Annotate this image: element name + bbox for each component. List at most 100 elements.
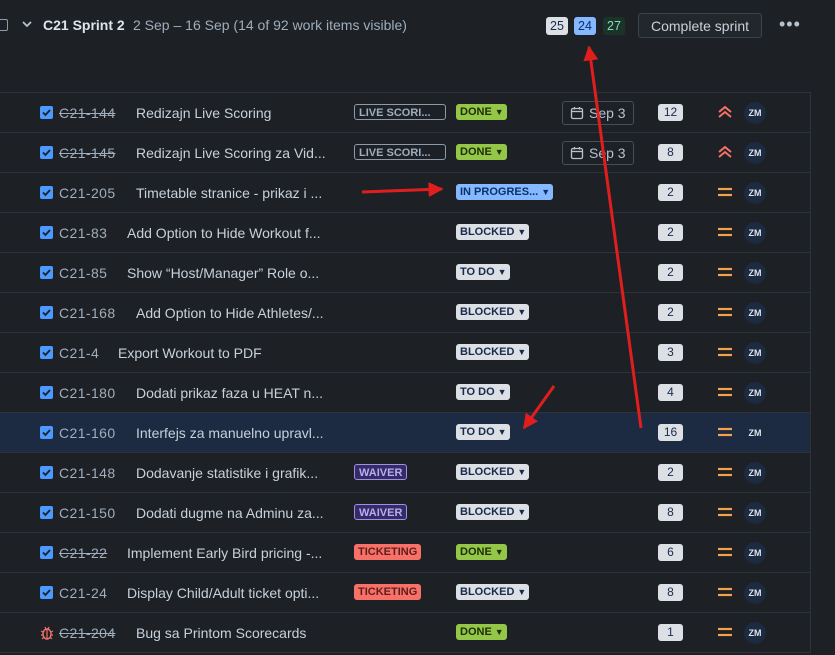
issue-title[interactable]: Dodavanje statistike i grafik... xyxy=(136,465,318,481)
due-date-field[interactable]: Sep 3 xyxy=(562,141,634,165)
checkbox-checked-icon[interactable] xyxy=(40,346,53,359)
avatar[interactable]: ZM xyxy=(744,182,766,204)
table-row[interactable]: C21-144 Redizajn Live Scoring LIVE SCORI..… xyxy=(0,93,810,133)
issue-title[interactable]: Interfejs za manuelno upravl... xyxy=(136,425,324,441)
epic-label-badge[interactable]: WAIVER xyxy=(354,504,408,520)
checkbox-checked-icon[interactable] xyxy=(40,466,53,479)
story-points-badge[interactable]: 12 xyxy=(658,104,683,121)
sprint-select-checkbox[interactable] xyxy=(0,19,8,31)
complete-sprint-button[interactable]: Complete sprint xyxy=(638,13,763,38)
story-points-badge[interactable]: 1 xyxy=(658,624,683,641)
status-dropdown[interactable]: DONE ▼ xyxy=(456,544,507,560)
status-dropdown[interactable]: DONE ▼ xyxy=(456,144,507,160)
status-dropdown[interactable]: DONE ▼ xyxy=(456,104,507,120)
checkbox-checked-icon[interactable] xyxy=(40,386,53,399)
issue-title[interactable]: Display Child/Adult ticket opti... xyxy=(127,585,319,601)
status-dropdown[interactable]: BLOCKED ▼ xyxy=(456,304,530,320)
checkbox-checked-icon[interactable] xyxy=(40,106,53,119)
checkbox-checked-icon[interactable] xyxy=(40,426,53,439)
avatar[interactable]: ZM xyxy=(744,542,766,564)
checkbox-checked-icon[interactable] xyxy=(40,266,53,279)
issue-key[interactable]: C21-83 xyxy=(59,225,107,241)
issue-title[interactable]: Dodati prikaz faza u HEAT n... xyxy=(136,385,323,401)
story-points-badge[interactable]: 6 xyxy=(658,544,683,561)
issue-key[interactable]: C21-22 xyxy=(59,545,107,561)
checkbox-checked-icon[interactable] xyxy=(40,186,53,199)
checkbox-checked-icon[interactable] xyxy=(40,586,53,599)
issue-key[interactable]: C21-160 xyxy=(59,425,116,441)
avatar[interactable]: ZM xyxy=(744,262,766,284)
avatar[interactable]: ZM xyxy=(744,582,766,604)
table-row[interactable]: C21-160 Interfejs za manuelno upravl... TO… xyxy=(0,413,810,453)
table-row[interactable]: C21-24 Display Child/Adult ticket opti...… xyxy=(0,573,810,613)
table-row[interactable]: C21-22 Implement Early Bird pricing -... T… xyxy=(0,533,810,573)
epic-label-badge[interactable]: TICKETING xyxy=(354,584,422,600)
issue-key[interactable]: C21-150 xyxy=(59,505,116,521)
story-points-badge[interactable]: 8 xyxy=(658,504,683,521)
issue-key[interactable]: C21-180 xyxy=(59,385,116,401)
table-row[interactable]: C21-145 Redizajn Live Scoring za Vid... LI… xyxy=(0,133,810,173)
checkbox-checked-icon[interactable] xyxy=(40,146,53,159)
issue-key[interactable]: C21-145 xyxy=(59,145,116,161)
table-row[interactable]: C21-180 Dodati prikaz faza u HEAT n... TO … xyxy=(0,373,810,413)
table-row[interactable]: C21-205 Timetable stranice - prikaz i ...… xyxy=(0,173,810,213)
avatar[interactable]: ZM xyxy=(744,622,766,644)
avatar[interactable]: ZM xyxy=(744,302,766,324)
issue-key[interactable]: C21-24 xyxy=(59,585,107,601)
issue-key[interactable]: C21-204 xyxy=(59,625,116,641)
issue-title[interactable]: Add Option to Hide Workout f... xyxy=(127,225,321,241)
status-dropdown[interactable]: TO DO ▼ xyxy=(456,264,510,280)
story-points-badge[interactable]: 16 xyxy=(658,424,683,441)
issue-key[interactable]: C21-144 xyxy=(59,105,116,121)
issue-key[interactable]: C21-168 xyxy=(59,305,116,321)
avatar[interactable]: ZM xyxy=(744,142,766,164)
chevron-down-icon[interactable] xyxy=(20,17,34,31)
table-row[interactable]: C21-83 Add Option to Hide Workout f... BLO… xyxy=(0,213,810,253)
story-points-badge[interactable]: 2 xyxy=(658,184,683,201)
issue-key[interactable]: C21-205 xyxy=(59,185,116,201)
status-dropdown[interactable]: BLOCKED ▼ xyxy=(456,504,530,520)
issue-title[interactable]: Dodati dugme na Adminu za... xyxy=(136,505,324,521)
status-dropdown[interactable]: IN PROGRES... ▼ xyxy=(456,184,554,200)
epic-label-badge[interactable]: TICKETING xyxy=(354,544,422,560)
issue-title[interactable]: Add Option to Hide Athletes/... xyxy=(136,305,324,321)
avatar[interactable]: ZM xyxy=(744,422,766,444)
table-row[interactable]: C21-85 Show “Host/Manager” Role o... TO DO… xyxy=(0,253,810,293)
issue-title[interactable]: Export Workout to PDF xyxy=(118,345,262,361)
checkbox-checked-icon[interactable] xyxy=(40,506,53,519)
issue-title[interactable]: Timetable stranice - prikaz i ... xyxy=(136,185,322,201)
issue-title[interactable]: Bug sa Printom Scorecards xyxy=(136,625,306,641)
checkbox-checked-icon[interactable] xyxy=(40,306,53,319)
status-dropdown[interactable]: BLOCKED ▼ xyxy=(456,464,530,480)
status-dropdown[interactable]: BLOCKED ▼ xyxy=(456,344,530,360)
due-date-field[interactable]: Sep 3 xyxy=(562,101,634,125)
epic-label-badge[interactable]: LIVE SCORI... xyxy=(354,144,446,160)
checkbox-checked-icon[interactable] xyxy=(40,546,53,559)
issue-key[interactable]: C21-85 xyxy=(59,265,107,281)
table-row[interactable]: C21-168 Add Option to Hide Athletes/... BL… xyxy=(0,293,810,333)
avatar[interactable]: ZM xyxy=(744,222,766,244)
status-dropdown[interactable]: BLOCKED ▼ xyxy=(456,584,530,600)
issue-title[interactable]: Redizajn Live Scoring za Vid... xyxy=(136,145,326,161)
story-points-badge[interactable]: 8 xyxy=(658,584,683,601)
epic-label-badge[interactable]: WAIVER xyxy=(354,464,408,480)
table-row[interactable]: C21-204 Bug sa Printom Scorecards DONE ▼ 1 ZM xyxy=(0,613,810,653)
more-actions-icon[interactable]: ••• xyxy=(779,14,801,35)
table-row[interactable]: C21-4 Export Workout to PDF BLOCKED ▼ 3 ZM xyxy=(0,333,810,373)
story-points-badge[interactable]: 2 xyxy=(658,264,683,281)
story-points-badge[interactable]: 2 xyxy=(658,304,683,321)
story-points-badge[interactable]: 2 xyxy=(658,224,683,241)
avatar[interactable]: ZM xyxy=(744,382,766,404)
issue-key[interactable]: C21-4 xyxy=(59,345,99,361)
issue-title[interactable]: Implement Early Bird pricing -... xyxy=(127,545,322,561)
avatar[interactable]: ZM xyxy=(744,462,766,484)
story-points-badge[interactable]: 4 xyxy=(658,384,683,401)
issue-key[interactable]: C21-148 xyxy=(59,465,116,481)
checkbox-checked-icon[interactable] xyxy=(40,226,53,239)
status-dropdown[interactable]: TO DO ▼ xyxy=(456,384,510,400)
avatar[interactable]: ZM xyxy=(744,342,766,364)
story-points-badge[interactable]: 3 xyxy=(658,344,683,361)
issue-title[interactable]: Redizajn Live Scoring xyxy=(136,105,271,121)
story-points-badge[interactable]: 8 xyxy=(658,144,683,161)
epic-label-badge[interactable]: LIVE SCORI... xyxy=(354,104,446,120)
